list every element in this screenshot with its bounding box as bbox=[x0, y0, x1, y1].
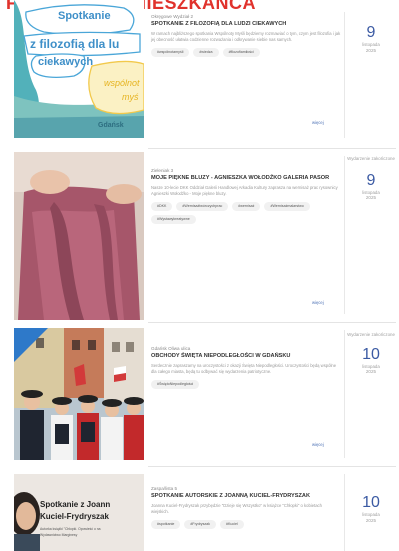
event-day: 10 bbox=[362, 494, 380, 511]
more-link[interactable]: więcej bbox=[312, 120, 324, 125]
event-details: Gdańsk Oliwa ulica Obchody Święta Niepod… bbox=[151, 346, 341, 389]
more-link[interactable]: więcej bbox=[312, 300, 324, 305]
event-venue: Zaspa/lista 5 bbox=[151, 486, 178, 491]
divider bbox=[148, 148, 396, 149]
event-day: 9 bbox=[366, 171, 376, 189]
event-image[interactable]: Spotkanie z Joann Kuciel-Frydryszak Auto… bbox=[14, 474, 144, 551]
author-poster-line-1: Spotkanie z Joann bbox=[40, 500, 111, 509]
event-photo-parade bbox=[14, 328, 144, 460]
tag-chip[interactable]: #Wystawykreatywne bbox=[151, 215, 196, 224]
event-details: Okręgowe Wydział 2 Spotkanie z filozofią… bbox=[151, 14, 341, 57]
event-item[interactable]: Gdańsk Oliwa ulica Obchody Święta Niepod… bbox=[0, 324, 399, 464]
date-divider bbox=[344, 474, 345, 551]
event-item[interactable]: Zieleniak 3 Moje piękne bluzy - Agnieszk… bbox=[0, 150, 399, 322]
event-venue: Zieleniak 3 bbox=[151, 168, 174, 173]
event-photo-fabric bbox=[14, 152, 144, 320]
tag-chip[interactable]: #wspólnotamyśli bbox=[151, 48, 190, 57]
event-image[interactable] bbox=[14, 152, 144, 320]
event-status-note: Wydarzenie zakończone bbox=[347, 332, 395, 337]
poster-bubble-2: myś bbox=[122, 92, 139, 102]
event-day: 10 bbox=[362, 345, 380, 363]
author-poster-line-2: Kuciel-Frydryszak bbox=[40, 512, 109, 521]
event-title[interactable]: Obchody Święta Niepodległości w Gdańsku bbox=[151, 353, 341, 360]
poster-line-1: Spotkanie bbox=[58, 10, 111, 22]
event-tags: #DKK #Wernisażtwórczychprac #wernisaż #W… bbox=[151, 202, 341, 224]
event-day: 9 bbox=[366, 24, 376, 41]
event-item[interactable]: Spotkanie z Joann Kuciel-Frydryszak Auto… bbox=[0, 468, 399, 551]
event-description: Serdecznie zapraszamy na uroczystości z … bbox=[151, 363, 337, 374]
event-year: 2025 bbox=[365, 369, 377, 374]
event-status-note: Wydarzenie zakończone bbox=[347, 156, 395, 161]
tag-chip[interactable]: #filozofiamiłości bbox=[222, 48, 260, 57]
divider bbox=[148, 466, 396, 467]
event-tags: #ŚwiętoNiepodległości bbox=[151, 380, 341, 389]
date-divider bbox=[344, 330, 345, 458]
author-poster-line-3: Autorka książki "Chłopki. Opowieść o na bbox=[40, 527, 101, 531]
poster-line-2: z filozofią dla lu bbox=[30, 37, 120, 51]
event-year: 2025 bbox=[365, 47, 377, 53]
event-details: Zieleniak 3 Moje piękne bluzy - Agnieszk… bbox=[151, 168, 341, 224]
event-image[interactable] bbox=[14, 328, 144, 460]
tag-chip[interactable]: #wiedza bbox=[193, 48, 219, 57]
event-title[interactable]: Spotkanie autorskie z Joanną Kuciel-Fryd… bbox=[151, 493, 341, 500]
event-venue: Gdańsk Oliwa ulica bbox=[151, 346, 191, 351]
event-description: W ramach najbliższego spotkania Wspólnot… bbox=[151, 31, 341, 42]
date-divider bbox=[344, 12, 345, 138]
event-year: 2025 bbox=[365, 195, 377, 200]
poster-line-3: ciekawych bbox=[38, 56, 94, 68]
author-poster-line-4: Wydawnictwo Marginesy bbox=[40, 533, 78, 537]
tag-chip[interactable]: #Frydryszak bbox=[184, 520, 216, 529]
event-venue: Okręgowe Wydział 2 bbox=[151, 14, 194, 19]
tag-chip[interactable]: #spotkanie bbox=[151, 520, 181, 529]
event-year: 2025 bbox=[365, 517, 377, 523]
more-link[interactable]: więcej bbox=[312, 442, 324, 447]
event-item[interactable]: Spotkanie z filozofią dla lu ciekawych w… bbox=[0, 0, 399, 148]
tag-chip[interactable]: #Kuciel bbox=[219, 520, 244, 529]
tag-chip[interactable]: #Wernisażtwórczychprac bbox=[176, 202, 229, 211]
tag-chip[interactable]: #DKK bbox=[151, 202, 173, 211]
event-date: 9 listopada 2025 bbox=[346, 24, 396, 54]
divider bbox=[148, 322, 396, 323]
event-title[interactable]: Moje piękne bluzy - Agnieszka Wołodźko G… bbox=[151, 175, 341, 182]
event-title[interactable]: Spotkanie z filozofią dla ludzi ciekawyc… bbox=[151, 21, 341, 28]
event-details: Zaspa/lista 5 Spotkanie autorskie z Joan… bbox=[151, 486, 341, 529]
tag-chip[interactable]: #Wernisażmalarstwo bbox=[264, 202, 310, 211]
event-description: Nasze 10-lecie DKK Oddział Galerii Handl… bbox=[151, 185, 338, 196]
event-date: 10 listopada 2025 bbox=[346, 494, 396, 524]
event-date: Wydarzenie zakończone 9 listopada 2025 bbox=[346, 156, 396, 201]
tag-chip[interactable]: #wernisaż bbox=[232, 202, 261, 211]
poster-footer: Gdańsk bbox=[98, 122, 124, 129]
event-description: Joanna Kuciel-Frydryszak przybędzie "Dzi… bbox=[151, 503, 322, 514]
event-tags: #wspólnotamyśli #wiedza #filozofiamiłośc… bbox=[151, 48, 341, 57]
poster-bubble-1: wspólnot bbox=[104, 78, 140, 88]
event-image[interactable]: Spotkanie z filozofią dla lu ciekawych w… bbox=[14, 0, 144, 138]
event-date: Wydarzenie zakończone 10 listopada 2025 bbox=[346, 332, 396, 375]
event-tags: #spotkanie #Frydryszak #Kuciel bbox=[151, 520, 341, 529]
tag-chip[interactable]: #ŚwiętoNiepodległości bbox=[151, 380, 200, 389]
date-divider bbox=[344, 156, 345, 314]
